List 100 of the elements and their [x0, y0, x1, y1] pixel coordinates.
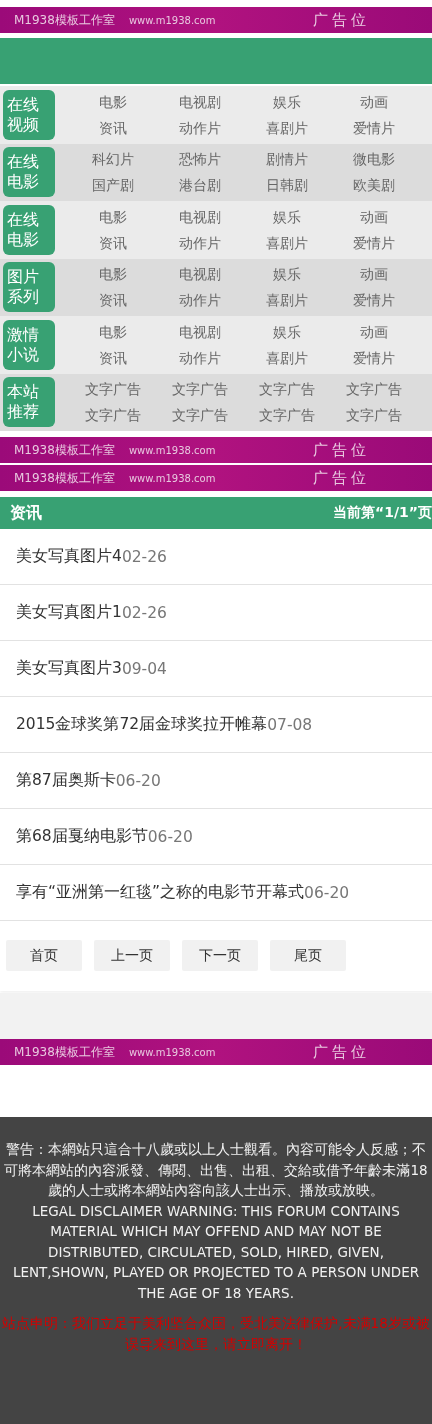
banner-url: www.m1938.com: [128, 1046, 216, 1058]
nav-link[interactable]: 微电影: [330, 148, 417, 171]
nav-link[interactable]: 剧情片: [243, 148, 330, 171]
section-label: 在线电影: [3, 204, 55, 255]
nav-link[interactable]: 动作片: [156, 289, 243, 312]
nav-link[interactable]: 动画: [330, 205, 417, 228]
nav-link[interactable]: 电视剧: [156, 90, 243, 113]
pager-button[interactable]: 尾页: [270, 940, 346, 971]
nav-link[interactable]: 文字广告: [69, 378, 156, 401]
list-item[interactable]: 美女写真图片402-26: [0, 529, 432, 585]
nav-link[interactable]: 爱情片: [330, 289, 417, 312]
item-date: 06-20: [147, 827, 193, 846]
nav-link[interactable]: 科幻片: [69, 148, 156, 171]
nav-link[interactable]: 喜剧片: [243, 289, 330, 312]
item-date: 09-04: [121, 659, 167, 678]
ad-banner[interactable]: M1938模板工作室 www.m1938.com 广告位: [0, 7, 432, 33]
nav-link[interactable]: 欧美剧: [330, 174, 417, 197]
item-title: 第87届奥斯卡: [16, 770, 116, 791]
banner-url: www.m1938.com: [128, 14, 216, 26]
item-title: 美女写真图片4: [16, 546, 122, 567]
item-date: 02-26: [121, 603, 167, 622]
disclaimer-text: LEGAL DISCLAIMER WARNING: THIS FORUM CONTAINS MATERIAL WHICH MAY OFFEND AND MAY NOT BE DISTRIBUTED, CIRCULATED, SOLD, HIRED, GIVEN, LENT,SHOWN, PLAYED OR PROJECTED TO A PERSON UNDER THE AGE OF 18 YEARS.: [11, 1201, 421, 1303]
nav-link[interactable]: 动作片: [156, 346, 243, 369]
banner-brand: M1938模板工作室: [14, 11, 115, 29]
banner-ad-label: 广告位: [313, 468, 370, 488]
list-item[interactable]: 美女写真图片102-26: [0, 585, 432, 641]
nav-link[interactable]: 文字广告: [330, 378, 417, 401]
item-title: 享有“亚洲第一红毯”之称的电影节开幕式: [16, 882, 305, 903]
pager-button[interactable]: 下一页: [182, 940, 258, 971]
page-info: 当前第“1/1”页: [333, 504, 432, 522]
nav-link[interactable]: 动画: [330, 263, 417, 286]
list-item[interactable]: 2015金球奖第72届金球奖拉开帷幕07-08: [0, 697, 432, 753]
nav-link[interactable]: 娱乐: [243, 263, 330, 286]
section-label: 在线视频: [3, 89, 55, 140]
nav-link[interactable]: 资讯: [69, 116, 156, 139]
nav-link[interactable]: 文字广告: [156, 378, 243, 401]
banner-brand: M1938模板工作室: [14, 1043, 115, 1061]
nav-link[interactable]: 港台剧: [156, 174, 243, 197]
nav-link[interactable]: 爱情片: [330, 116, 417, 139]
list-item[interactable]: 第87届奥斯卡06-20: [0, 753, 432, 809]
ad-banner[interactable]: M1938模板工作室 www.m1938.com 广告位: [0, 437, 432, 463]
nav-link[interactable]: 电影: [69, 205, 156, 228]
list-item[interactable]: 美女写真图片309-04: [0, 641, 432, 697]
item-date: 07-08: [267, 715, 313, 734]
nav-link[interactable]: 国产剧: [69, 174, 156, 197]
notice-text: 站点申明：我们立足于美利坚合众国，受北美法律保护,未满18岁或被误导来到这里，请立即离开！: [2, 1314, 430, 1354]
nav-link[interactable]: 日韩剧: [243, 174, 330, 197]
nav-link[interactable]: 文字广告: [330, 404, 417, 427]
item-date: 06-20: [115, 771, 161, 790]
nav-link[interactable]: 喜剧片: [243, 116, 330, 139]
banner-ad-label: 广告位: [313, 10, 370, 30]
section-label: 图片系列: [3, 262, 55, 313]
warning-text: 警告：本網站只這合十八歲或以上人士觀看。內容可能令人反感；不可將本網站的內容派發、傳閱、出售、出租、交給或借予年齡未滿18歲的人士或將本網站內容向該人士出示、播放或放映。: [3, 1140, 429, 1200]
nav-link[interactable]: 电视剧: [156, 205, 243, 228]
nav-link[interactable]: 动作片: [156, 116, 243, 139]
item-title: 2015金球奖第72届金球奖拉开帷幕: [16, 714, 268, 735]
nav-link[interactable]: 资讯: [69, 289, 156, 312]
list-item[interactable]: 享有“亚洲第一红毯”之称的电影节开幕式06-20: [0, 865, 432, 921]
pager-button[interactable]: 上一页: [94, 940, 170, 971]
item-title: 美女写真图片3: [16, 658, 122, 679]
nav-link[interactable]: 动作片: [156, 231, 243, 254]
nav-link[interactable]: 动画: [330, 90, 417, 113]
banner-url: www.m1938.com: [128, 444, 216, 456]
nav-link[interactable]: 资讯: [69, 231, 156, 254]
nav-link[interactable]: 电影: [69, 263, 156, 286]
section-label: 在线电影: [3, 147, 55, 198]
nav-link[interactable]: 电视剧: [156, 320, 243, 343]
ad-banner[interactable]: M1938模板工作室 www.m1938.com 广告位: [0, 465, 432, 491]
item-title: 美女写真图片1: [16, 602, 122, 623]
pager-button[interactable]: 首页: [6, 940, 82, 971]
nav-link[interactable]: 娱乐: [243, 320, 330, 343]
nav-link[interactable]: 娱乐: [243, 90, 330, 113]
item-title: 第68届戛纳电影节: [16, 826, 148, 847]
nav-link[interactable]: 电影: [69, 90, 156, 113]
nav-link[interactable]: 文字广告: [69, 404, 156, 427]
nav-link[interactable]: 动画: [330, 320, 417, 343]
nav-link[interactable]: 娱乐: [243, 205, 330, 228]
nav-link[interactable]: 喜剧片: [243, 231, 330, 254]
nav-link[interactable]: 文字广告: [156, 404, 243, 427]
nav-link[interactable]: 恐怖片: [156, 148, 243, 171]
nav-link[interactable]: 电视剧: [156, 263, 243, 286]
section-label: 激情小说: [3, 319, 55, 370]
nav-link[interactable]: 文字广告: [243, 378, 330, 401]
list-item[interactable]: 第68届戛纳电影节06-20: [0, 809, 432, 865]
nav-link[interactable]: 电影: [69, 320, 156, 343]
ad-banner[interactable]: M1938模板工作室 www.m1938.com 广告位: [0, 1039, 432, 1065]
nav-link[interactable]: 资讯: [69, 346, 156, 369]
banner-url: www.m1938.com: [128, 472, 216, 484]
nav-link[interactable]: 文字广告: [243, 404, 330, 427]
banner-ad-label: 广告位: [313, 440, 370, 460]
nav-link[interactable]: 喜剧片: [243, 346, 330, 369]
item-date: 06-20: [304, 883, 350, 902]
banner-ad-label: 广告位: [313, 1042, 370, 1062]
list-title: 资讯: [10, 502, 42, 524]
nav-link[interactable]: 爱情片: [330, 346, 417, 369]
item-date: 02-26: [121, 547, 167, 566]
banner-brand: M1938模板工作室: [14, 441, 115, 459]
banner-brand: M1938模板工作室: [14, 469, 115, 487]
section-label: 本站推荐: [3, 377, 55, 428]
nav-link[interactable]: 爱情片: [330, 231, 417, 254]
